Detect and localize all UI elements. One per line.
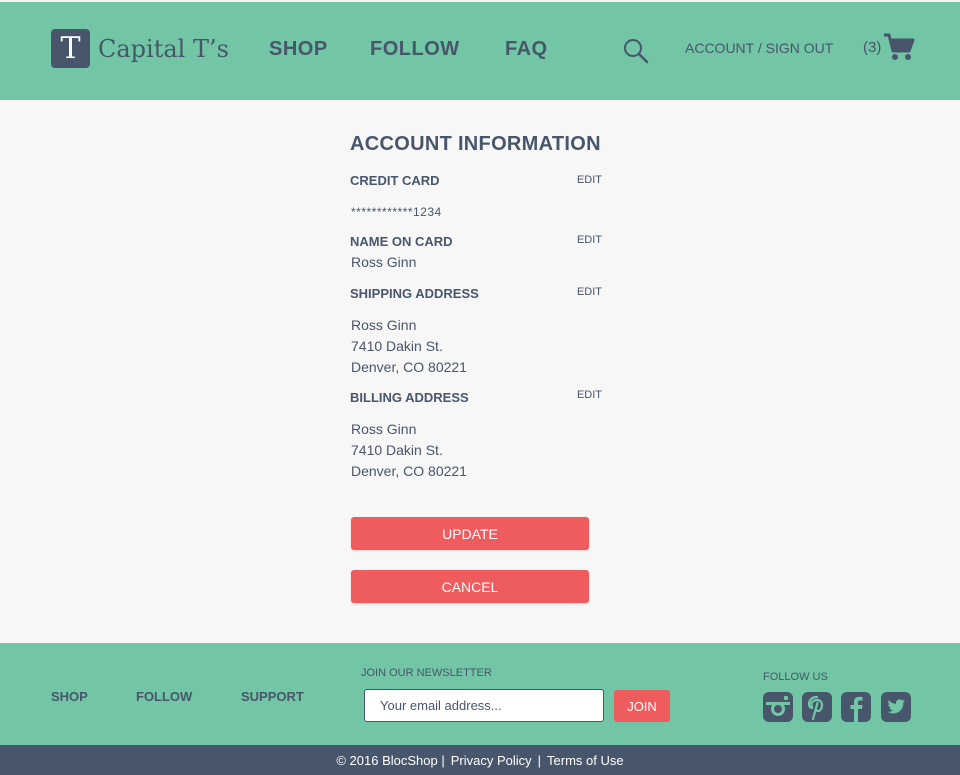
cart-button[interactable]: (3) [863, 32, 915, 62]
cancel-button[interactable]: CANCEL [351, 570, 589, 603]
shipping-address-label: SHIPPING ADDRESS [350, 286, 479, 301]
join-button[interactable]: JOIN [614, 690, 670, 722]
nav-shop[interactable]: SHOP [269, 38, 328, 61]
pinterest-icon[interactable] [802, 692, 832, 722]
link-separator: | [537, 752, 542, 768]
footer-nav-follow[interactable]: FOLLOW [136, 689, 192, 704]
search-icon[interactable] [623, 38, 649, 64]
account-sign-out-link[interactable]: ACCOUNT / SIGN OUT [685, 40, 833, 56]
privacy-policy-link[interactable]: Privacy Policy [451, 753, 532, 768]
credit-card-value: ************1234 [351, 205, 442, 219]
copyright-bar: © 2016 BlocShop | Privacy Policy | Terms… [0, 745, 960, 775]
billing-street: 7410 Dakin St. [351, 442, 443, 458]
cart-icon [884, 33, 915, 60]
newsletter-label: JOIN OUR NEWSLETTER [361, 667, 492, 679]
brand-name: Capital T’s [98, 34, 229, 63]
cart-count: (3) [863, 38, 882, 56]
shipping-street: 7410 Dakin St. [351, 338, 443, 354]
nav-faq[interactable]: FAQ [505, 38, 548, 61]
edit-billing-address-link[interactable]: EDIT [577, 389, 602, 401]
nav-follow[interactable]: FOLLOW [370, 38, 460, 61]
terms-of-use-link[interactable]: Terms of Use [547, 753, 624, 768]
facebook-icon[interactable] [841, 692, 871, 722]
instagram-icon[interactable] [763, 692, 793, 722]
logo-mark: T [51, 29, 90, 68]
billing-name: Ross Ginn [351, 421, 417, 437]
edit-shipping-address-link[interactable]: EDIT [577, 286, 602, 298]
billing-address-label: BILLING ADDRESS [350, 390, 469, 405]
shipping-name: Ross Ginn [351, 317, 417, 333]
footer-nav-shop[interactable]: SHOP [51, 689, 88, 704]
shipping-city: Denver, CO 80221 [351, 359, 467, 375]
billing-city: Denver, CO 80221 [351, 463, 467, 479]
newsletter-email-input[interactable] [364, 689, 604, 722]
logo[interactable]: T Capital T’s [51, 29, 229, 68]
footer-nav-support[interactable]: SUPPORT [241, 689, 304, 704]
copyright-text: © 2016 BlocShop | [336, 752, 445, 768]
name-on-card-value: Ross Ginn [351, 254, 417, 270]
site-footer: SHOP FOLLOW SUPPORT JOIN OUR NEWSLETTER … [0, 643, 960, 745]
update-button[interactable]: UPDATE [351, 517, 589, 550]
site-header: T Capital T’s SHOP FOLLOW FAQ ACCOUNT / … [0, 0, 960, 100]
name-on-card-label: NAME ON CARD [350, 234, 453, 249]
page-title: ACCOUNT INFORMATION [350, 133, 601, 155]
follow-us-label: FOLLOW US [763, 671, 828, 683]
twitter-icon[interactable] [881, 692, 911, 722]
credit-card-label: CREDIT CARD [350, 173, 440, 188]
edit-name-on-card-link[interactable]: EDIT [577, 234, 602, 246]
edit-credit-card-link[interactable]: EDIT [577, 174, 602, 186]
account-information-panel: ACCOUNT INFORMATION CREDIT CARD EDIT ***… [350, 133, 602, 603]
